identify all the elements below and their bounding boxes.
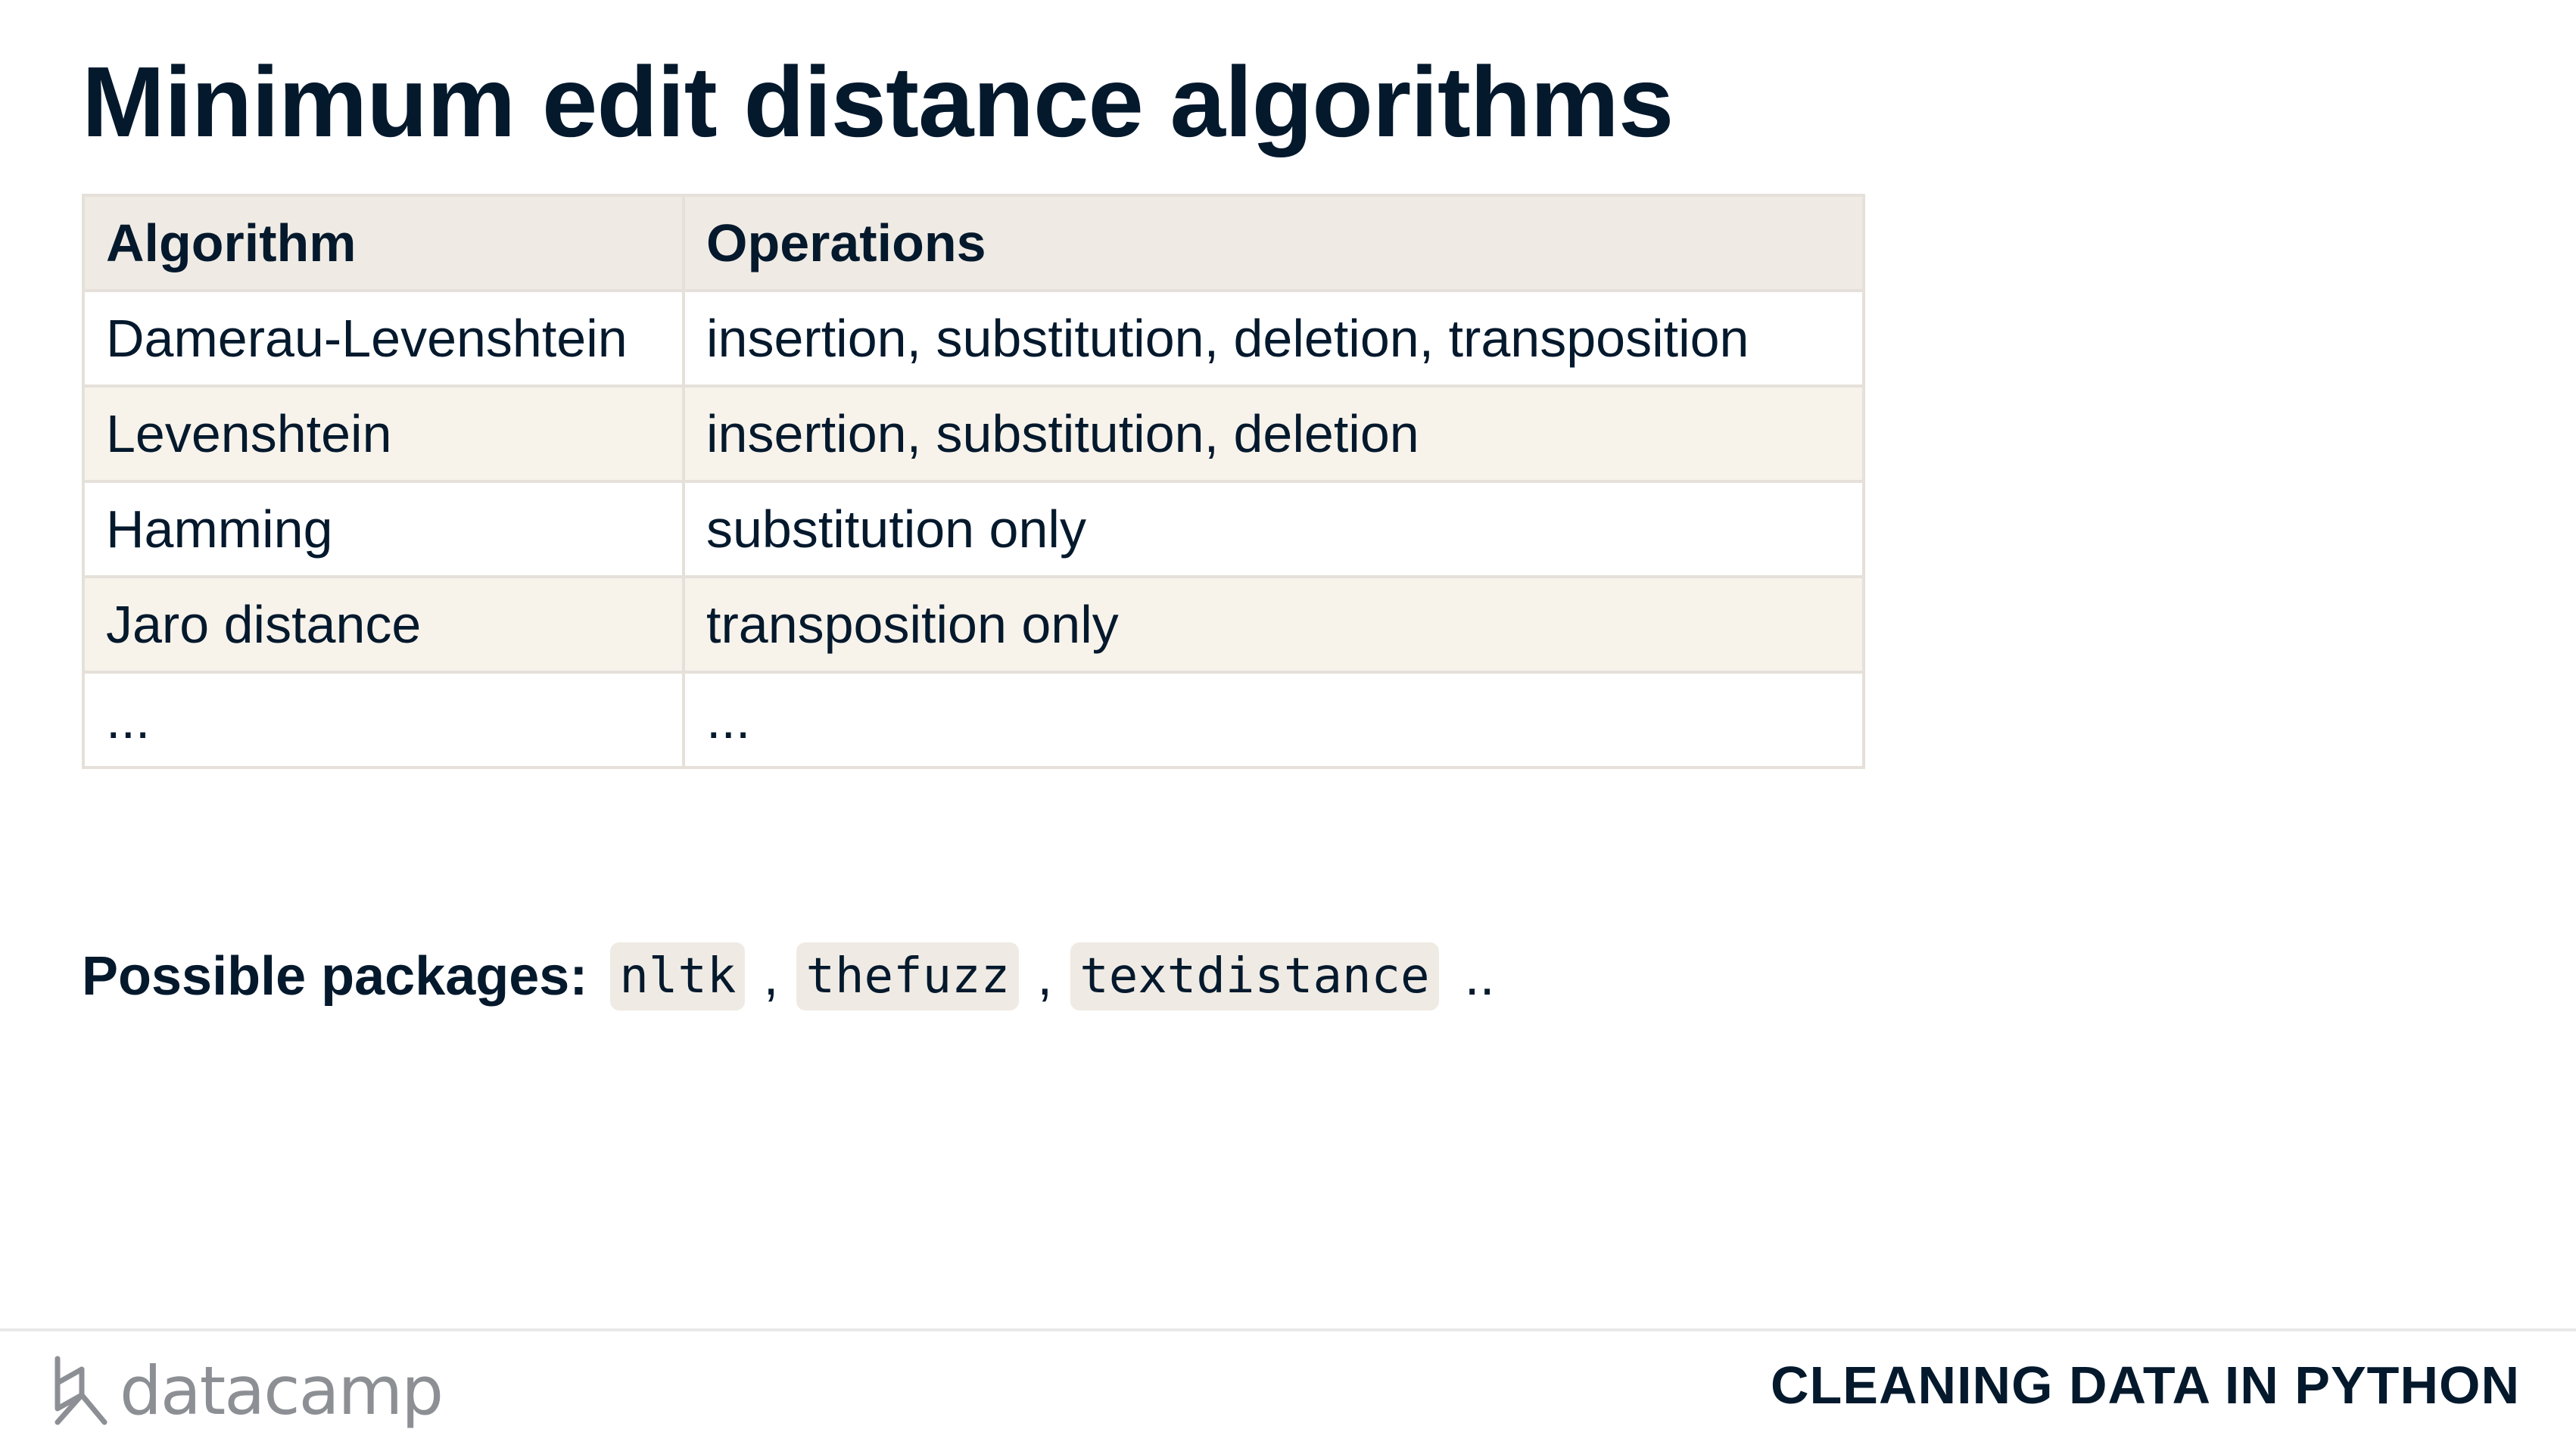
slide: Minimum edit distance algorithms Algorit… [0,0,2576,1451]
table-row: Hamming substitution only [82,480,1865,578]
operations-cell: ... [682,671,1865,769]
package-textdistance: textdistance [1070,942,1439,1010]
datacamp-logo: datacamp [51,1349,444,1432]
package-separator: , [763,946,779,1007]
footer-divider [0,1328,2576,1331]
operations-cell: insertion, substitution, deletion [682,385,1865,483]
algorithms-table: Algorithm Operations Damerau-Levenshtein… [82,194,1865,769]
possible-packages: Possible packages: nltk , thefuzz , text… [82,939,1495,1014]
algorithm-cell: Jaro distance [82,575,685,674]
algorithm-cell: Damerau-Levenshtein [82,289,685,388]
operations-cell: transposition only [682,575,1865,674]
datacamp-logo-icon [51,1353,109,1428]
packages-label: Possible packages: [82,946,588,1007]
course-name: CLEANING DATA IN PYTHON [1770,1356,2520,1415]
table-row: Levenshtein insertion, substitution, del… [82,385,1865,483]
header-operations: Operations [682,194,1865,292]
package-thefuzz: thefuzz [796,942,1020,1010]
table-row: Jaro distance transposition only [82,575,1865,674]
header-algorithm: Algorithm [82,194,685,292]
algorithm-cell: Levenshtein [82,385,685,483]
slide-title: Minimum edit distance algorithms [82,46,1674,157]
operations-cell: insertion, substitution, deletion, trans… [682,289,1865,388]
table-header-row: Algorithm Operations [82,194,1865,292]
package-separator: , [1037,946,1053,1007]
packages-trailing: .. [1464,946,1495,1007]
table-row: ... ... [82,671,1865,769]
datacamp-wordmark: datacamp [120,1351,444,1430]
package-nltk: nltk [610,942,746,1010]
table-row: Damerau-Levenshtein insertion, substitut… [82,289,1865,388]
algorithm-cell: Hamming [82,480,685,578]
algorithm-cell: ... [82,671,685,769]
operations-cell: substitution only [682,480,1865,578]
